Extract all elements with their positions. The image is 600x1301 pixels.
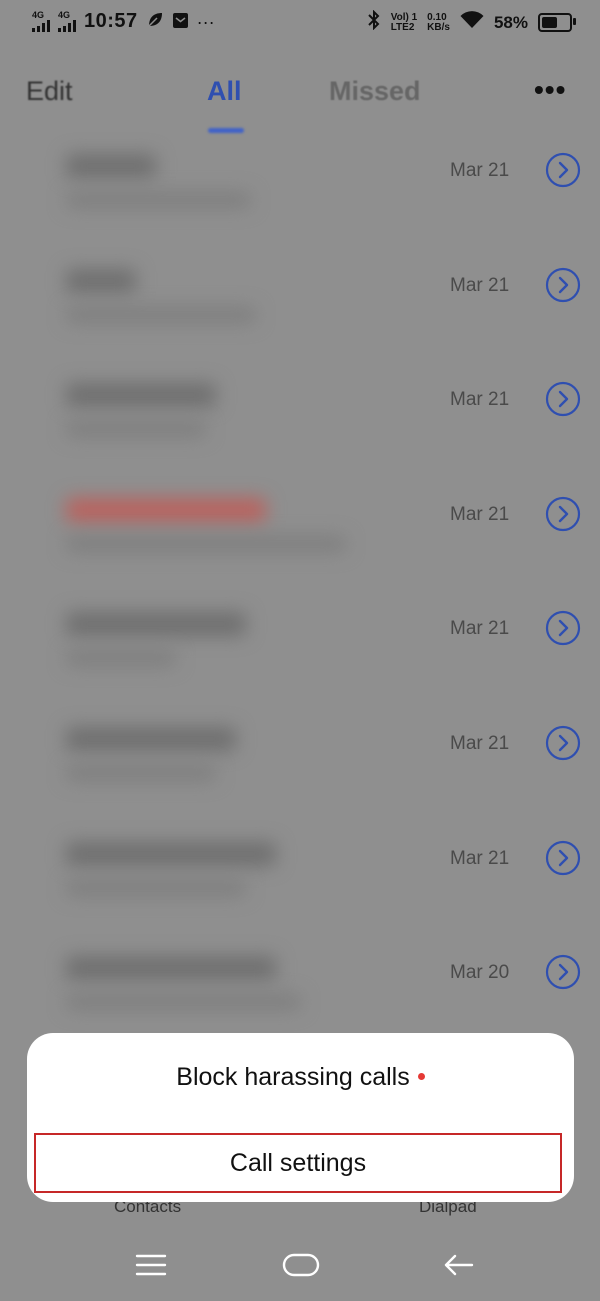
sim1-label: 4G xyxy=(32,10,45,20)
call-date: Mar 21 xyxy=(450,389,510,411)
call-log-row[interactable]: Mar 20 xyxy=(0,934,600,1049)
call-log-row[interactable]: Mar 21 xyxy=(0,705,600,820)
call-detail-blurred xyxy=(66,306,256,323)
call-date: Mar 21 xyxy=(450,160,510,181)
call-details-chevron-icon[interactable] xyxy=(545,954,581,990)
call-detail-blurred xyxy=(66,192,251,208)
status-right: Vol) 1 LTE2 0.10 KB/s 58% xyxy=(367,9,576,35)
call-log-row[interactable]: Mar 21 xyxy=(0,590,600,705)
speed-unit: KB/s xyxy=(427,21,450,33)
back-icon[interactable] xyxy=(439,1250,479,1280)
message-icon xyxy=(172,12,189,32)
call-details-chevron-icon[interactable] xyxy=(545,496,581,531)
call-log-row[interactable]: Mar 21 xyxy=(0,820,600,935)
more-options-button[interactable]: ••• xyxy=(534,74,566,106)
volte-bottom: LTE2 xyxy=(390,21,415,33)
clock: 10:57 xyxy=(84,10,138,32)
call-log-row[interactable]: Mar 21 xyxy=(0,132,600,247)
call-date: Mar 21 xyxy=(450,733,510,754)
phone-screen: 4G 4G 10:57 ··· Vol) 1 LTE2 0.10 KB/s 58… xyxy=(0,0,600,1301)
signal-bars-icon xyxy=(58,20,76,32)
sim1-signal: 4G xyxy=(32,11,50,32)
call-detail-blurred xyxy=(66,650,176,667)
call-detail-blurred xyxy=(66,421,206,438)
volte-top: Vol) 1 xyxy=(390,11,418,23)
volte-indicator: Vol) 1 LTE2 xyxy=(390,11,418,33)
call-date: Mar 21 xyxy=(450,503,510,525)
contact-name-blurred xyxy=(66,497,266,522)
call-details-chevron-icon[interactable] xyxy=(545,152,581,188)
call-date: Mar 21 xyxy=(450,274,510,296)
call-settings-item[interactable]: Call settings xyxy=(34,1133,562,1193)
call-detail-blurred xyxy=(66,765,216,781)
call-details-chevron-icon[interactable] xyxy=(545,725,581,761)
call-date: Mar 21 xyxy=(450,847,510,869)
call-detail-blurred xyxy=(66,994,301,1011)
block-harassing-calls-item[interactable]: Block harassing calls xyxy=(27,1063,574,1092)
contact-name-blurred xyxy=(66,268,136,293)
contact-name-blurred xyxy=(66,727,236,751)
popup-menu: Block harassing calls Call settings xyxy=(27,1033,574,1202)
contact-name-blurred xyxy=(66,154,156,178)
system-nav-bar xyxy=(0,1230,600,1301)
call-log-row[interactable]: Mar 21 xyxy=(0,247,600,362)
more-notifications: ··· xyxy=(196,11,215,32)
call-date: Mar 21 xyxy=(450,618,510,640)
call-details-chevron-icon[interactable] xyxy=(545,267,581,302)
contact-name-blurred xyxy=(66,956,276,981)
battery-icon xyxy=(538,13,576,32)
tab-all[interactable]: All xyxy=(207,76,242,107)
sim2-label: 4G xyxy=(58,10,71,20)
speed-value: 0.10 xyxy=(427,11,447,23)
battery-percent: 58% xyxy=(493,12,528,32)
block-harassing-calls-label: Block harassing calls xyxy=(176,1063,410,1091)
call-log-row[interactable]: Mar 21 xyxy=(0,476,600,591)
edit-button[interactable]: Edit xyxy=(26,76,73,107)
home-icon[interactable] xyxy=(281,1250,321,1280)
sim2-signal: 4G xyxy=(58,11,76,32)
call-details-chevron-icon[interactable] xyxy=(545,381,581,417)
call-log-row[interactable]: Mar 21 xyxy=(0,361,600,476)
call-date: Mar 20 xyxy=(450,962,510,984)
status-left: 4G 4G 10:57 ··· xyxy=(32,10,215,33)
contact-name-blurred xyxy=(66,841,276,866)
call-detail-blurred xyxy=(66,535,346,552)
call-details-chevron-icon[interactable] xyxy=(545,610,581,646)
battery-fill xyxy=(542,17,558,28)
leaf-icon xyxy=(146,11,164,32)
tab-missed[interactable]: Missed xyxy=(329,76,421,107)
call-settings-label: Call settings xyxy=(229,1149,367,1177)
menu-icon[interactable] xyxy=(131,1250,171,1280)
contact-name-blurred xyxy=(66,383,216,408)
call-detail-blurred xyxy=(66,879,246,896)
status-bar: 4G 4G 10:57 ··· Vol) 1 LTE2 0.10 KB/s 58… xyxy=(0,0,600,48)
signal-bars-icon xyxy=(32,20,50,32)
net-speed: 0.10 KB/s xyxy=(427,11,450,33)
contact-name-blurred xyxy=(66,612,246,637)
call-details-chevron-icon[interactable] xyxy=(545,840,581,875)
wifi-icon xyxy=(460,11,484,34)
call-log-header: Edit All Missed ••• xyxy=(0,60,600,133)
bluetooth-icon xyxy=(367,9,381,35)
new-badge-dot xyxy=(417,1072,425,1080)
